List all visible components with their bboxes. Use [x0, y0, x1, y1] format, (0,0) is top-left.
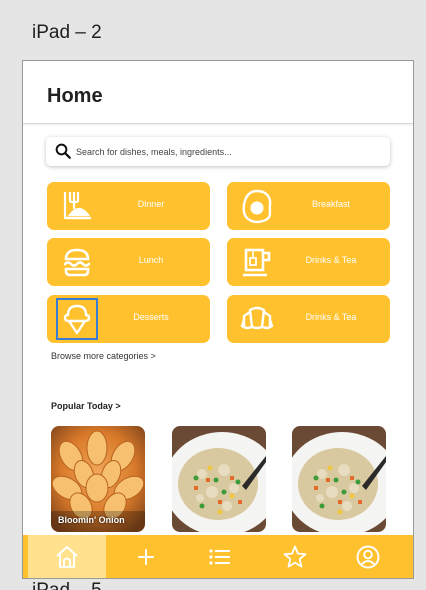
tab-home[interactable] — [28, 535, 106, 578]
browse-categories-link[interactable]: Browse more categories > — [51, 351, 156, 361]
search-bar[interactable] — [46, 137, 390, 166]
tab-list[interactable] — [181, 535, 259, 578]
category-dinner[interactable]: Dinner — [47, 182, 210, 230]
list-icon — [209, 548, 230, 565]
tab-add[interactable] — [107, 535, 185, 578]
home-icon — [56, 545, 78, 568]
category-label: Drinks & Tea — [305, 255, 357, 265]
page-title: Home — [47, 85, 103, 107]
ipad-screen: Home Dinner Breakfast — [22, 60, 414, 579]
dinner-icon — [63, 192, 91, 220]
star-icon — [283, 545, 307, 567]
category-label: Breakfast — [311, 199, 351, 209]
profile-icon — [356, 545, 380, 568]
category-label: Desserts — [133, 312, 169, 322]
category-label: Drinks & Tea — [305, 312, 357, 322]
tab-bar — [23, 535, 413, 578]
category-desserts[interactable]: Desserts — [47, 295, 210, 343]
plus-icon — [138, 548, 154, 565]
food-card-fried-rice[interactable] — [172, 426, 266, 532]
burger-icon — [63, 248, 91, 277]
fried-rice-image — [292, 426, 386, 532]
fried-egg-icon — [242, 189, 272, 224]
fried-rice-image — [172, 426, 266, 532]
category-label: Dinner — [137, 199, 165, 209]
tab-favorites[interactable] — [256, 535, 334, 578]
croissant-icon — [240, 306, 274, 330]
ice-cream-icon — [56, 298, 98, 340]
food-card-bloomin-onion[interactable]: Bloomin' Onion — [51, 426, 145, 532]
search-icon — [55, 143, 71, 159]
frame-label-next: iPad – 5 — [32, 580, 102, 590]
category-breakfast[interactable]: Breakfast — [227, 182, 390, 230]
food-card-label: Bloomin' Onion — [58, 515, 125, 525]
tab-profile[interactable] — [329, 535, 407, 578]
popular-today-link[interactable]: Popular Today > — [51, 401, 121, 411]
food-card-fried-rice-2[interactable] — [292, 426, 386, 532]
search-input[interactable] — [76, 142, 381, 161]
tea-cup-icon — [243, 248, 271, 277]
category-drinks-tea[interactable]: Drinks & Tea — [227, 238, 390, 286]
category-label: Lunch — [138, 255, 164, 265]
frame-label: iPad – 2 — [32, 22, 102, 43]
category-lunch[interactable]: Lunch — [47, 238, 210, 286]
category-drinks-tea-2[interactable]: Drinks & Tea — [227, 295, 390, 343]
header: Home — [23, 61, 413, 124]
